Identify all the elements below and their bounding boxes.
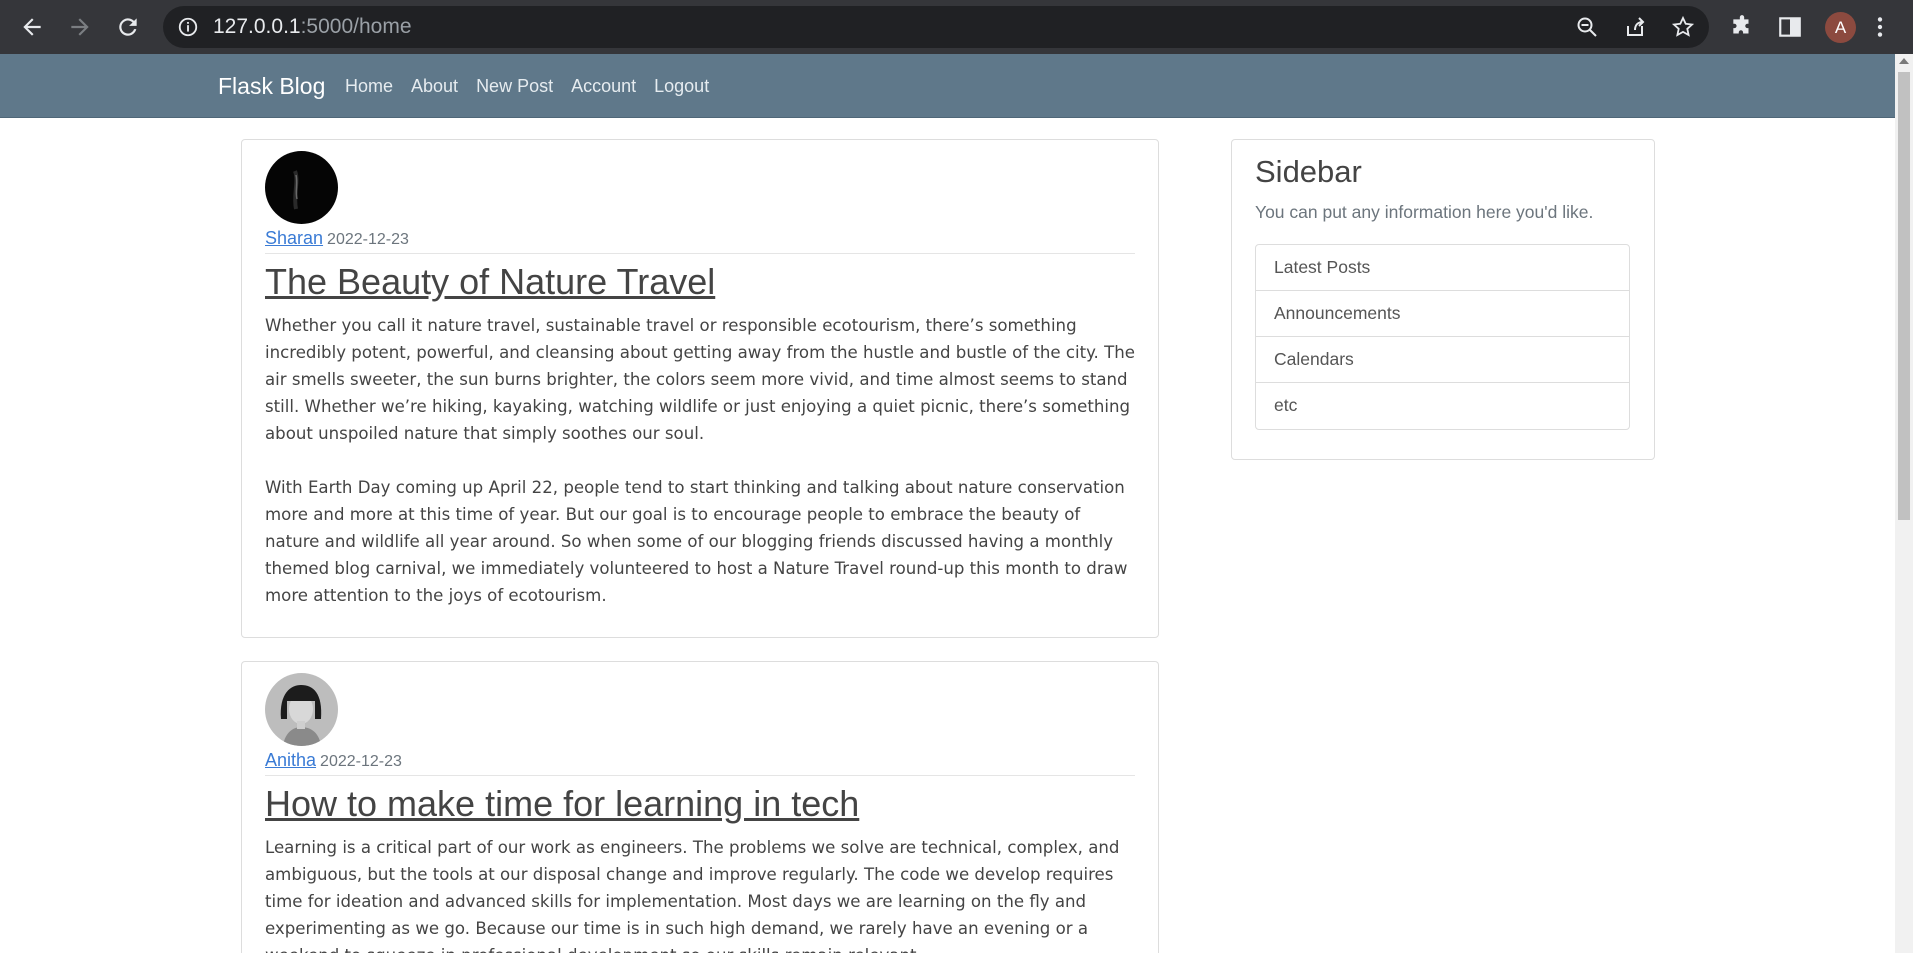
reload-icon[interactable] [108, 7, 148, 47]
navbar-brand[interactable]: Flask Blog [218, 73, 325, 100]
url-text[interactable]: 127.0.0.1:5000/home [213, 15, 412, 39]
sidebar-item-calendars[interactable]: Calendars [1256, 337, 1629, 383]
zoom-out-icon[interactable] [1575, 15, 1599, 39]
site-info-icon[interactable] [177, 16, 199, 38]
post-title[interactable]: The Beauty of Nature Travel [265, 261, 715, 303]
post-paragraph: Learning is a critical part of our work … [265, 838, 1120, 953]
address-bar[interactable]: 127.0.0.1:5000/home [163, 6, 1709, 48]
post-date: 2022-12-23 [327, 231, 409, 248]
post-paragraph: Whether you call it nature travel, susta… [265, 316, 1135, 443]
extensions-icon[interactable] [1722, 7, 1762, 47]
share-icon[interactable] [1623, 15, 1647, 39]
nav-link-logout[interactable]: Logout [654, 76, 709, 97]
author-avatar [265, 673, 338, 746]
author-link[interactable]: Sharan [265, 228, 323, 248]
post-date: 2022-12-23 [320, 753, 402, 770]
post-paragraph: With Earth Day coming up April 22, peopl… [265, 478, 1128, 605]
sidebar-title: Sidebar [1255, 154, 1362, 189]
nav-link-new-post[interactable]: New Post [476, 76, 553, 97]
post-card: Anitha 2022-12-23 How to make time for le… [241, 661, 1159, 953]
author-avatar [265, 151, 338, 224]
nav-link-account[interactable]: Account [571, 76, 636, 97]
author-link[interactable]: Anitha [265, 750, 316, 770]
scrollbar-thumb[interactable] [1898, 72, 1910, 520]
profile-avatar[interactable]: A [1825, 12, 1856, 43]
back-arrow-icon[interactable] [12, 7, 52, 47]
meta-divider [265, 253, 1135, 254]
star-icon[interactable] [1671, 15, 1695, 39]
post-meta: Sharan 2022-12-23 [265, 228, 409, 249]
sidebar-subtitle: You can put any information here you'd l… [1255, 202, 1594, 222]
sidebar-item-latest-posts[interactable]: Latest Posts [1256, 245, 1629, 291]
profile-initial: A [1834, 17, 1847, 37]
site-navbar: Flask Blog Home About New Post Account L… [0, 54, 1895, 118]
post-card: Sharan 2022-12-23 The Beauty of Nature Tr… [241, 139, 1159, 638]
browser-toolbar: 127.0.0.1:5000/home A [0, 0, 1913, 54]
sidebar-item-announcements[interactable]: Announcements [1256, 291, 1629, 337]
post-title[interactable]: How to make time for learning in tech [265, 783, 859, 825]
side-panel-icon[interactable] [1770, 7, 1810, 47]
meta-divider [265, 775, 1135, 776]
sidebar-card: Sidebar You can put any information here… [1231, 139, 1655, 460]
post-meta: Anitha 2022-12-23 [265, 750, 402, 771]
sidebar-item-etc[interactable]: etc [1256, 383, 1629, 429]
nav-link-about[interactable]: About [411, 76, 458, 97]
navbar-links: Home About New Post Account Logout [345, 76, 727, 97]
sidebar-list: Latest Posts Announcements Calendars etc [1255, 244, 1630, 430]
scroll-up-arrow-icon[interactable] [1899, 58, 1909, 64]
menu-dots-icon[interactable] [1866, 7, 1894, 47]
nav-link-home[interactable]: Home [345, 76, 393, 97]
forward-arrow-icon[interactable] [60, 7, 100, 47]
